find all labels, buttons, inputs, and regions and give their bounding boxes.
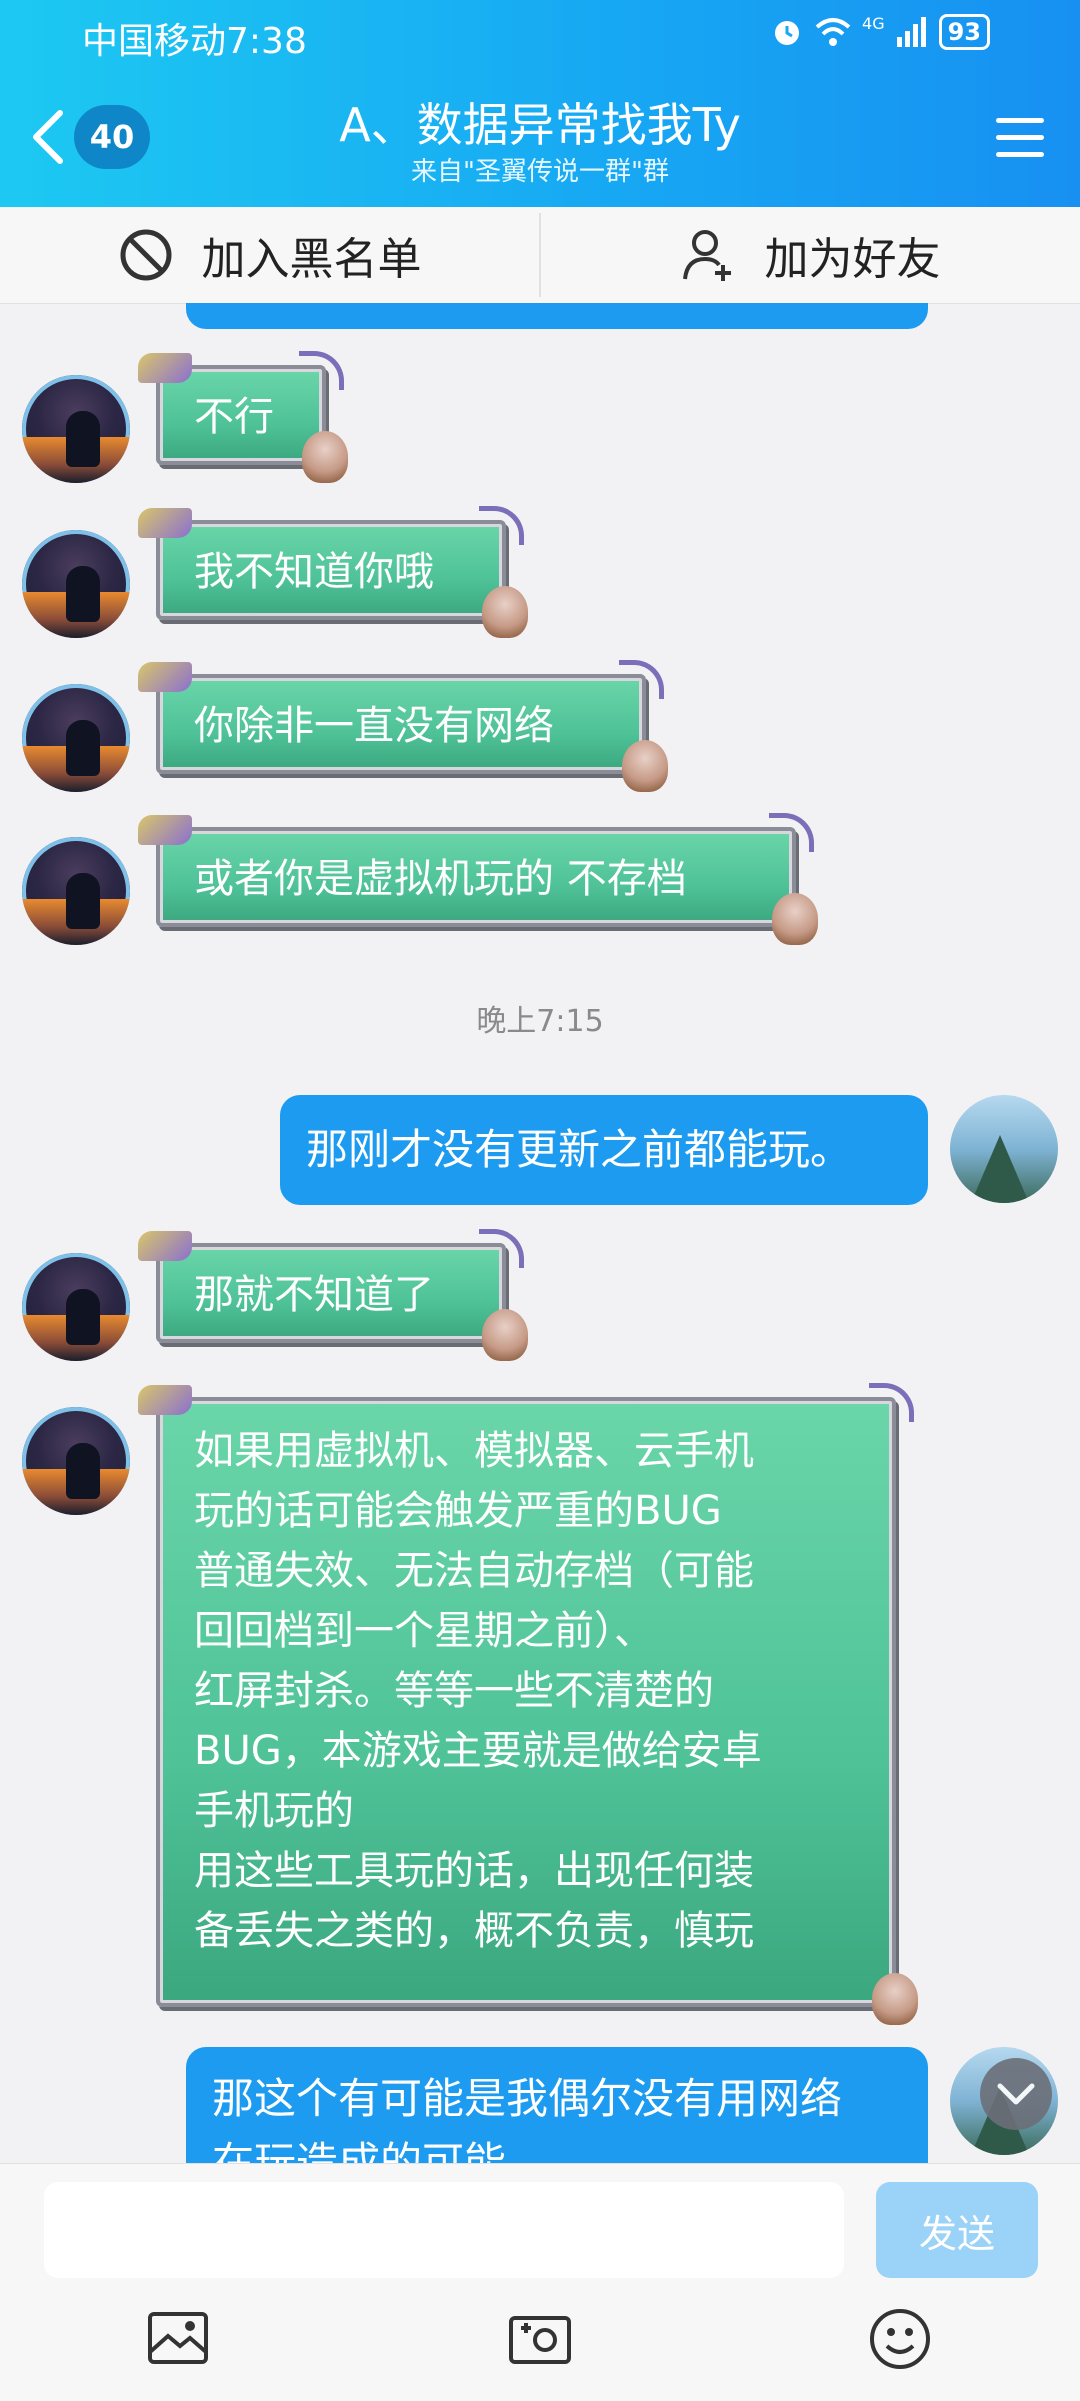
my-message-bubble[interactable]: 那刚才没有更新之前都能玩。 [280, 1095, 928, 1205]
my-avatar[interactable] [950, 1095, 1058, 1203]
camera-icon[interactable] [505, 2304, 575, 2374]
wifi-icon [815, 18, 851, 46]
message-line: 玩的话可能会触发严重的BUG [194, 1488, 722, 1534]
message-line: 那这个有可能是我偶尔没有用网络 [212, 2074, 843, 2123]
emoji-icon[interactable] [865, 2304, 935, 2374]
partial-message-bubble[interactable] [186, 303, 928, 329]
status-icons: 4G 93 [770, 14, 990, 50]
message-line: 用这些工具玩的话，出现任何装 [194, 1848, 754, 1894]
message-list[interactable]: 不行 我不知道你哦 你除非一直没有网络 或者你是虚拟机玩的 不存档 晚上7:15… [0, 303, 1080, 2163]
unread-count-badge: 40 [74, 105, 150, 169]
message-input[interactable] [44, 2182, 844, 2278]
my-message-bubble[interactable]: 那这个有可能是我偶尔没有用网络 在玩造成的可能 [186, 2047, 928, 2163]
carrier-name: 中国移动 [82, 21, 227, 62]
send-button[interactable]: 发送 [876, 2182, 1038, 2278]
message-bubble[interactable]: 不行 [138, 351, 348, 483]
input-toolbar [0, 2304, 1080, 2394]
add-friend-label: 加为好友 [764, 234, 941, 285]
scroll-to-bottom-button[interactable] [980, 2058, 1052, 2130]
message-bubble[interactable]: 或者你是虚拟机玩的 不存档 [138, 813, 818, 945]
message-line: 备丢失之类的，概不负责，慎玩 [194, 1908, 754, 1954]
back-arrow-icon [33, 110, 63, 164]
block-icon [120, 229, 171, 281]
message-line: 如果用虚拟机、模拟器、云手机 [194, 1428, 754, 1474]
block-button[interactable]: 加入黑名单 [0, 207, 539, 303]
menu-icon[interactable] [996, 118, 1044, 158]
message-bubble[interactable]: 如果用虚拟机、模拟器、云手机 玩的话可能会触发严重的BUG 普通失效、无法自动存… [138, 1383, 918, 2025]
chevron-down-icon [997, 2083, 1035, 2105]
sender-avatar[interactable] [22, 684, 130, 792]
clock-time: 7:38 [226, 21, 307, 62]
message-text: 我不知道你哦 [194, 549, 434, 595]
message-line: 在玩造成的可能 [212, 2138, 507, 2163]
message-timestamp: 晚上7:15 [476, 1004, 604, 1039]
message-text: 不行 [194, 394, 274, 440]
message-line: 回回档到一个星期之前）、 [194, 1608, 654, 1654]
block-label: 加入黑名单 [201, 234, 422, 285]
network-type: 4G [862, 14, 885, 33]
chat-subtitle: 来自"圣翼传说一群"群 [411, 157, 669, 187]
message-bubble[interactable]: 那就不知道了 [138, 1229, 528, 1361]
chat-title-block[interactable]: A、数据异常找我Ty 来自"圣翼传说一群"群 [200, 95, 880, 189]
message-line: 手机玩的 [194, 1788, 354, 1834]
input-bar: 发送 [0, 2163, 1080, 2401]
sender-avatar[interactable] [22, 530, 130, 638]
sender-avatar[interactable] [22, 837, 130, 945]
chat-title: A、数据异常找我Ty [339, 98, 741, 152]
status-carrier-time: 中国移动7:38 [82, 12, 307, 64]
message-text: 那刚才没有更新之前都能玩。 [306, 1125, 853, 1174]
image-icon[interactable] [144, 2304, 214, 2374]
message-bubble[interactable]: 你除非一直没有网络 [138, 660, 668, 792]
status-bar: 中国移动7:38 4G 93 [0, 0, 1080, 70]
chat-header: 中国移动7:38 4G 93 40 A、数据异常找我Ty 来自"圣翼传说一群"群 [0, 0, 1080, 207]
message-line: 红屏封杀。等等一些不清楚的 [194, 1668, 714, 1714]
message-text: 或者你是虚拟机玩的 不存档 [194, 856, 687, 902]
battery-indicator: 93 [938, 14, 990, 50]
sender-avatar[interactable] [22, 1407, 130, 1515]
message-line: 普通失效、无法自动存档（可能 [194, 1548, 754, 1594]
stranger-action-bar: 加入黑名单 加为好友 [0, 207, 1080, 304]
message-line: BUG，本游戏主要就是做给安卓 [194, 1728, 762, 1774]
signal-icon [896, 17, 926, 47]
add-friend-button[interactable]: 加为好友 [541, 207, 1080, 303]
message-text: 你除非一直没有网络 [194, 703, 554, 749]
alarm-icon [775, 21, 800, 45]
message-text: 那就不知道了 [194, 1272, 434, 1318]
sender-avatar[interactable] [22, 375, 130, 483]
add-friend-icon [682, 230, 731, 281]
sender-avatar[interactable] [22, 1253, 130, 1361]
back-button[interactable]: 40 [30, 105, 150, 169]
message-bubble[interactable]: 我不知道你哦 [138, 506, 528, 638]
